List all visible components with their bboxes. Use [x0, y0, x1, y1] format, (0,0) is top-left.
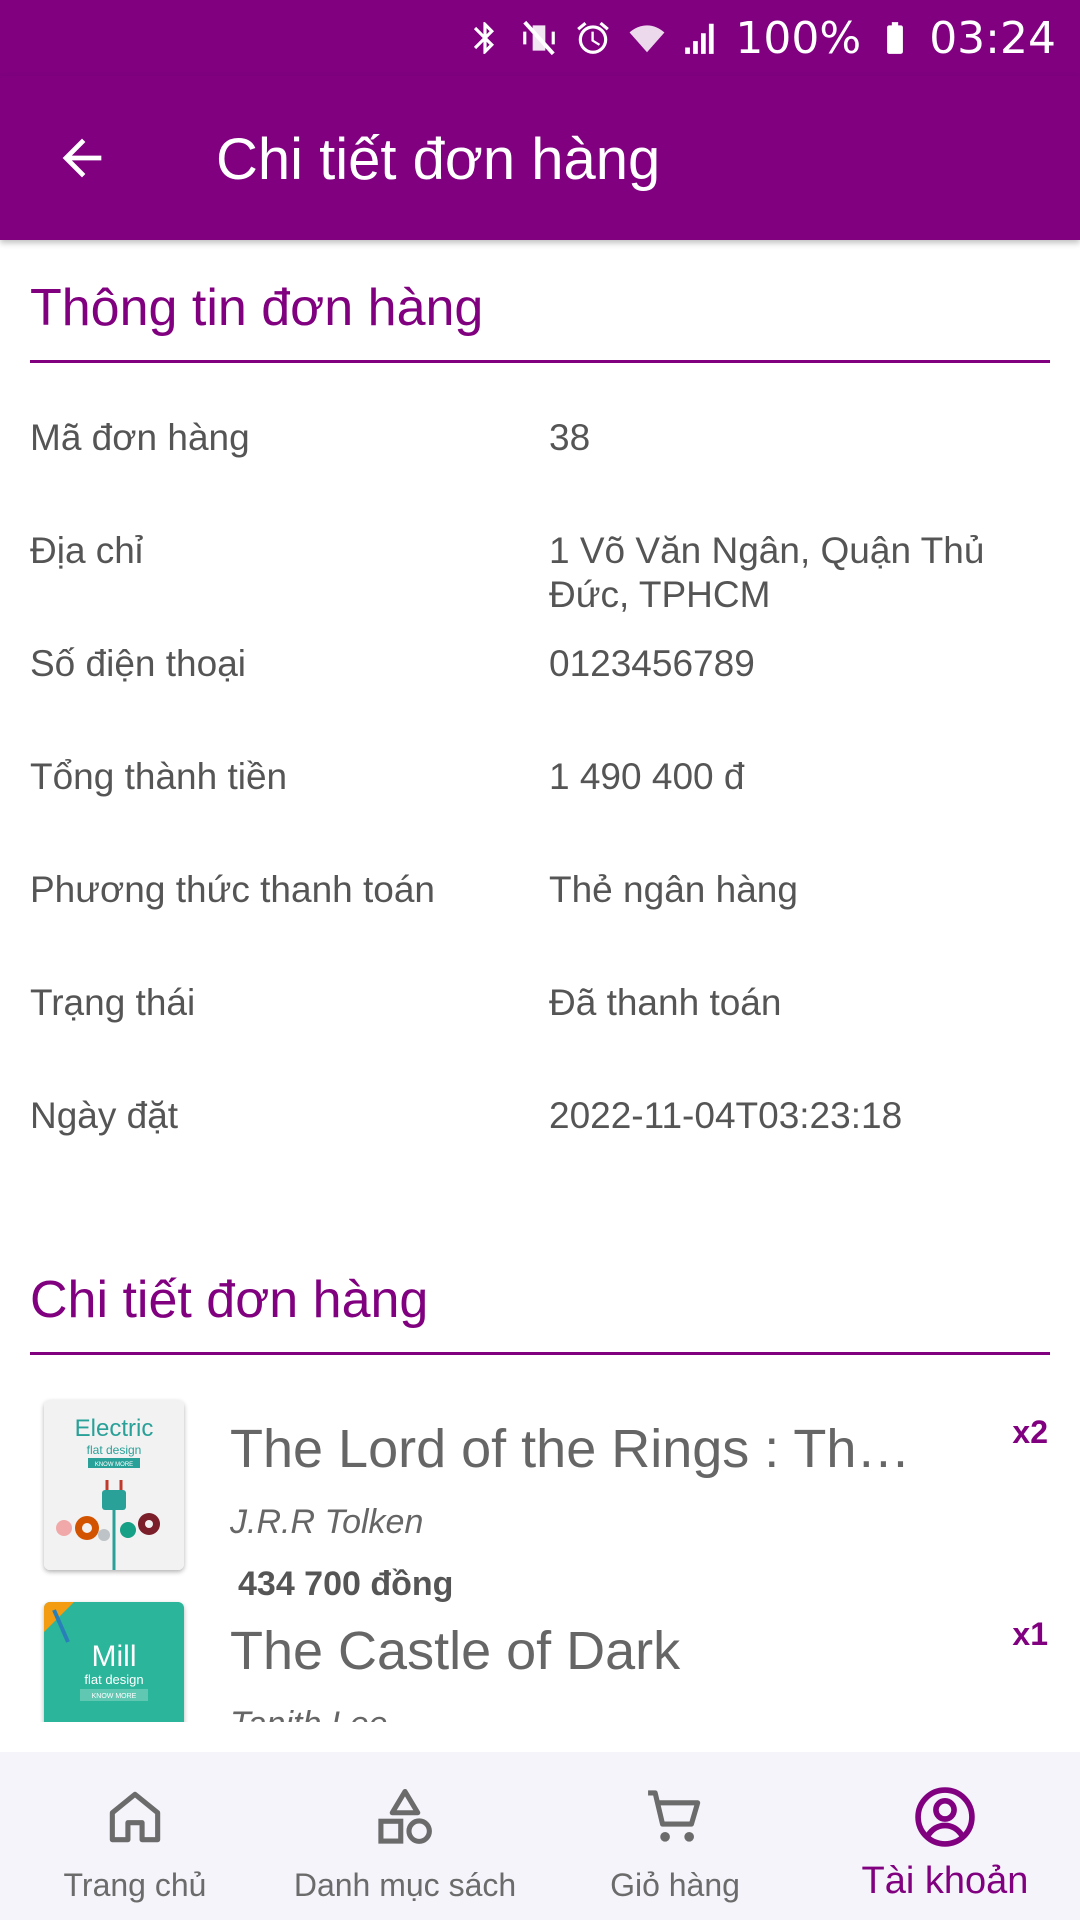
- app-bar: Chi tiết đơn hàng: [0, 76, 1080, 240]
- info-label: Phương thức thanh toán: [30, 869, 436, 910]
- nav-label: Tài khoản: [861, 1860, 1029, 1902]
- page-title: Chi tiết đơn hàng: [216, 127, 661, 192]
- alarm-icon: [573, 16, 613, 60]
- order-info-divider: [30, 360, 1050, 363]
- book-cover: Mill flat design KNOW MORE: [44, 1602, 184, 1722]
- item-quantity: x2: [1012, 1414, 1048, 1450]
- nav-label: Trang chủ: [63, 1867, 207, 1903]
- item-author: J.R.R Tolken: [230, 1503, 424, 1541]
- back-button[interactable]: [40, 116, 124, 200]
- arrow-left-icon: [62, 138, 102, 178]
- nav-label: Danh mục sách: [293, 1867, 517, 1903]
- cart-icon: [640, 1782, 710, 1852]
- info-value: Đã thanh toán: [549, 982, 782, 1023]
- cover-title: Mill: [92, 1640, 137, 1673]
- clock-time: 03:24: [929, 12, 1056, 64]
- list-item[interactable]: Electric flat design KNOW MORE The Lord …: [0, 1400, 1080, 1603]
- info-value: 0123456789: [549, 643, 755, 684]
- order-details-section-title: Chi tiết đơn hàng: [30, 1271, 429, 1329]
- list-item[interactable]: Mill flat design KNOW MORE The Castle of…: [0, 1602, 1080, 1722]
- order-items-list[interactable]: Electric flat design KNOW MORE The Lord …: [0, 1390, 1080, 1722]
- home-icon: [100, 1782, 170, 1852]
- item-price: 434 700 đồng: [238, 1565, 454, 1603]
- info-value: 1 Võ Văn Ngân, Quận Thủ Đức, TPHCM: [549, 530, 985, 615]
- status-bar: 100% 03:24: [0, 0, 1080, 76]
- info-value: 38: [549, 417, 591, 458]
- cover-button-text: KNOW MORE: [95, 1462, 133, 1468]
- info-value: Thẻ ngân hàng: [549, 869, 798, 910]
- cover-subtitle: flat design: [87, 1443, 142, 1457]
- shapes-icon: [370, 1782, 440, 1852]
- vibrate-mute-icon: [519, 16, 559, 60]
- order-details-divider: [30, 1352, 1050, 1355]
- item-quantity: x1: [1012, 1616, 1048, 1652]
- item-title: The Castle of Dark: [230, 1621, 681, 1681]
- cover-subtitle: flat design: [84, 1672, 143, 1687]
- info-value: 2022-11-04T03:23:18: [549, 1095, 903, 1136]
- info-label: Tổng thành tiền: [30, 756, 288, 797]
- info-label: Ngày đặt: [30, 1095, 179, 1136]
- nav-item-home[interactable]: Trang chủ: [0, 1752, 270, 1920]
- info-label: Mã đơn hàng: [30, 417, 250, 458]
- cover-title: Electric: [75, 1415, 154, 1442]
- battery-icon: [875, 16, 915, 60]
- bottom-navigation: Trang chủ Danh mục sách Giỏ hàng Tài kho…: [0, 1752, 1080, 1920]
- signal-icon: [681, 16, 721, 60]
- wifi-icon: [627, 16, 667, 60]
- info-label: Số điện thoại: [30, 643, 247, 684]
- info-value: 1 490 400 đ: [549, 756, 745, 797]
- info-label: Trạng thái: [30, 982, 196, 1023]
- item-title: The Lord of the Rings : The Return of th…: [230, 1419, 930, 1479]
- battery-percent: 100%: [735, 12, 862, 64]
- order-info-section-title: Thông tin đơn hàng: [30, 279, 484, 337]
- bluetooth-icon: [465, 16, 505, 60]
- nav-label: Giỏ hàng: [610, 1867, 740, 1903]
- account-circle-icon: [910, 1782, 980, 1852]
- cover-button-text: KNOW MORE: [92, 1693, 137, 1700]
- info-label: Địa chỉ: [30, 530, 144, 571]
- nav-item-cart[interactable]: Giỏ hàng: [540, 1752, 810, 1920]
- nav-item-account[interactable]: Tài khoản: [810, 1752, 1080, 1920]
- nav-item-categories[interactable]: Danh mục sách: [270, 1752, 540, 1920]
- item-author: Tanith Lee: [230, 1704, 388, 1722]
- book-cover: Electric flat design KNOW MORE: [44, 1400, 184, 1570]
